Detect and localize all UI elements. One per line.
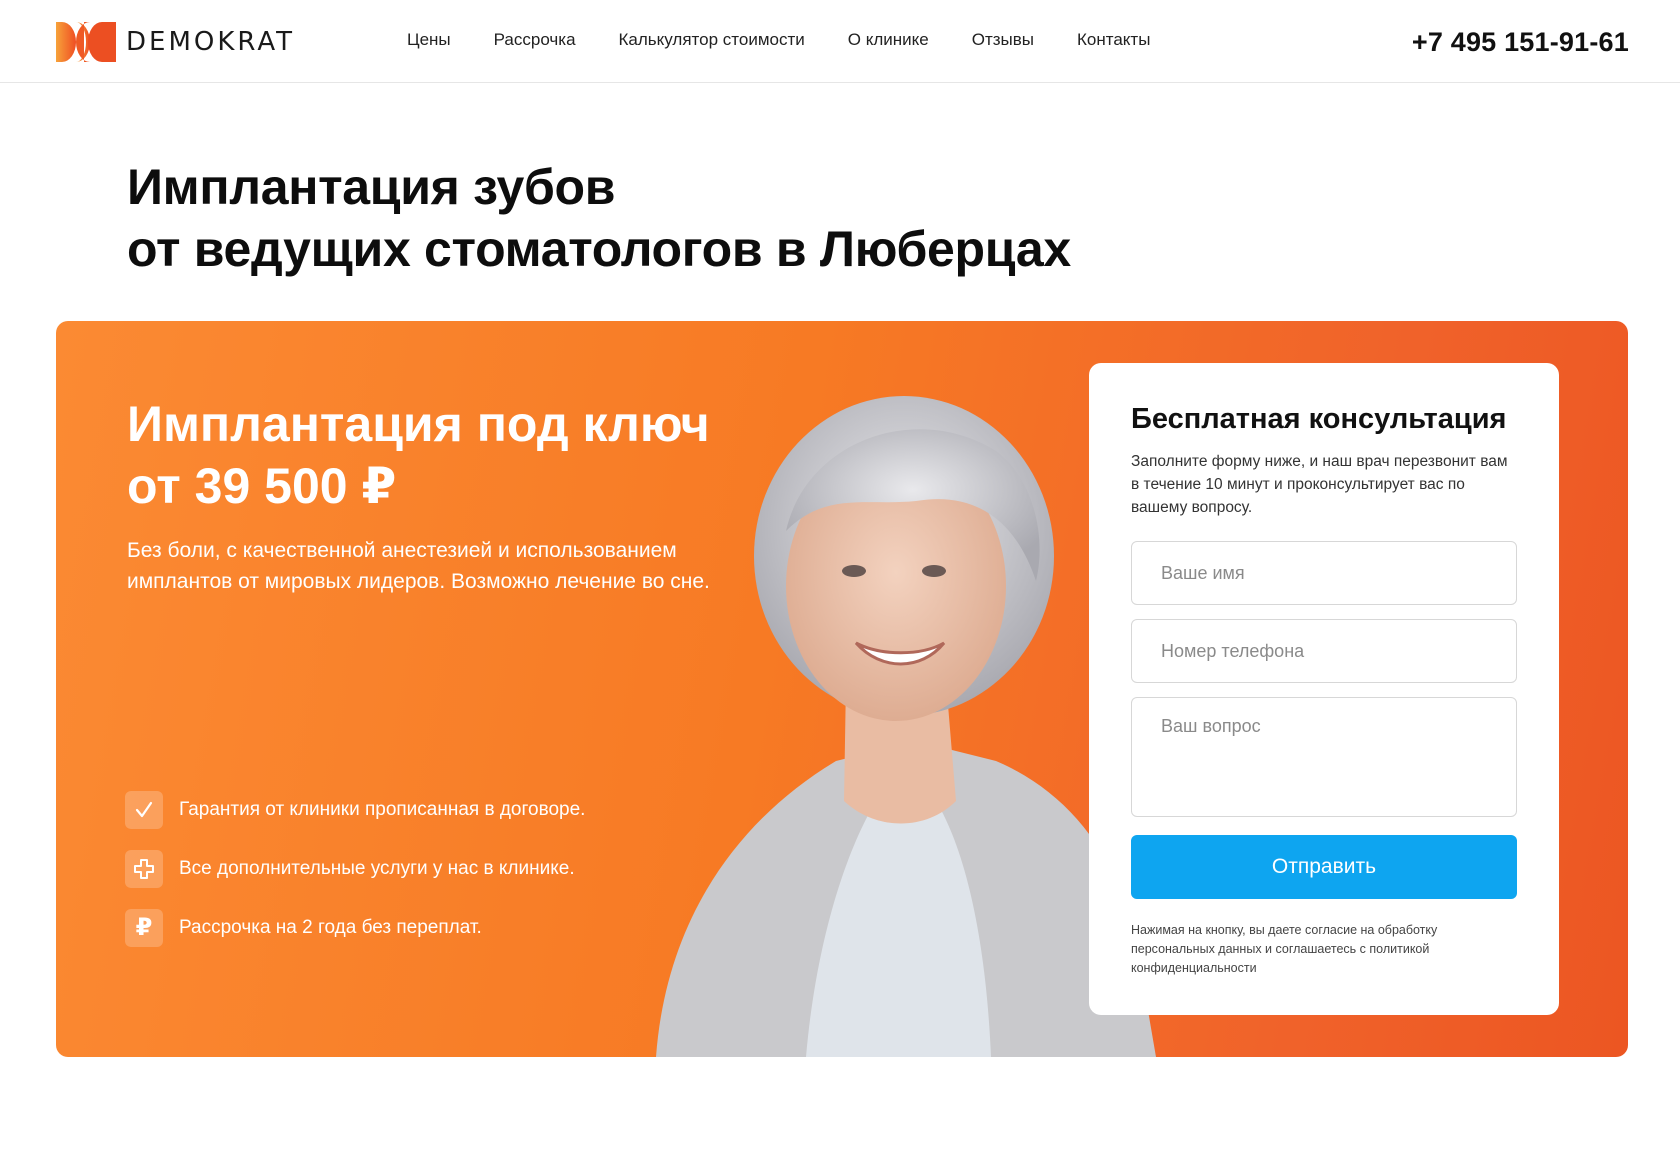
feature-text: Гарантия от клиники прописанная в догово… bbox=[179, 799, 586, 820]
form-description: Заполните форму ниже, и наш врач перезво… bbox=[1131, 453, 1508, 516]
page-title: Имплантация зубов от ведущих стоматолого… bbox=[127, 156, 1071, 280]
feature-list: Гарантия от клиники прописанная в догово… bbox=[125, 791, 585, 968]
nav-item-calculator[interactable]: Калькулятор стоимости bbox=[619, 30, 805, 50]
feature-text: Все дополнительные услуги у нас в клиник… bbox=[179, 858, 575, 879]
form-title: Бесплатная консультация bbox=[1131, 403, 1507, 435]
ruble-icon: ₽ bbox=[125, 909, 163, 947]
logo-text: DEMOKRAT bbox=[126, 27, 296, 57]
plus-cross-icon bbox=[125, 850, 163, 888]
name-input[interactable] bbox=[1131, 541, 1517, 605]
phone-input[interactable] bbox=[1131, 619, 1517, 683]
page-title-line-2: от ведущих стоматологов в Люберцах bbox=[127, 221, 1071, 277]
main-nav: Цены Рассрочка Калькулятор стоимости О к… bbox=[407, 30, 1193, 50]
check-icon bbox=[125, 791, 163, 829]
nav-item-about[interactable]: О клинике bbox=[848, 30, 929, 50]
logo[interactable]: DEMOKRAT bbox=[56, 22, 295, 62]
feature-item: Гарантия от клиники прописанная в догово… bbox=[125, 791, 585, 829]
logo-mark-icon bbox=[56, 22, 116, 62]
consultation-form: Бесплатная консультация Заполните форму … bbox=[1089, 363, 1559, 1015]
feature-item: Все дополнительные услуги у нас в клиник… bbox=[125, 850, 585, 888]
feature-item: ₽ Рассрочка на 2 года без переплат. bbox=[125, 909, 585, 947]
header-phone[interactable]: +7 495 151-91-61 bbox=[1412, 27, 1629, 58]
page-title-line-1: Имплантация зубов bbox=[127, 159, 616, 215]
hero-banner: Имплантация под ключ от 39 500 ₽ Без бол… bbox=[56, 321, 1628, 1057]
site-header: DEMOKRAT Цены Рассрочка Калькулятор стои… bbox=[0, 0, 1680, 83]
nav-item-contacts[interactable]: Контакты bbox=[1077, 30, 1150, 50]
privacy-consent-text: Нажимая на кнопку, вы даете согласие на … bbox=[1131, 923, 1438, 975]
nav-item-installment[interactable]: Рассрочка bbox=[494, 30, 576, 50]
nav-item-reviews[interactable]: Отзывы bbox=[972, 30, 1034, 50]
feature-text: Рассрочка на 2 года без переплат. bbox=[179, 917, 482, 938]
question-textarea[interactable] bbox=[1131, 697, 1517, 817]
submit-button[interactable]: Отправить bbox=[1131, 835, 1517, 899]
nav-item-prices[interactable]: Цены bbox=[407, 30, 451, 50]
